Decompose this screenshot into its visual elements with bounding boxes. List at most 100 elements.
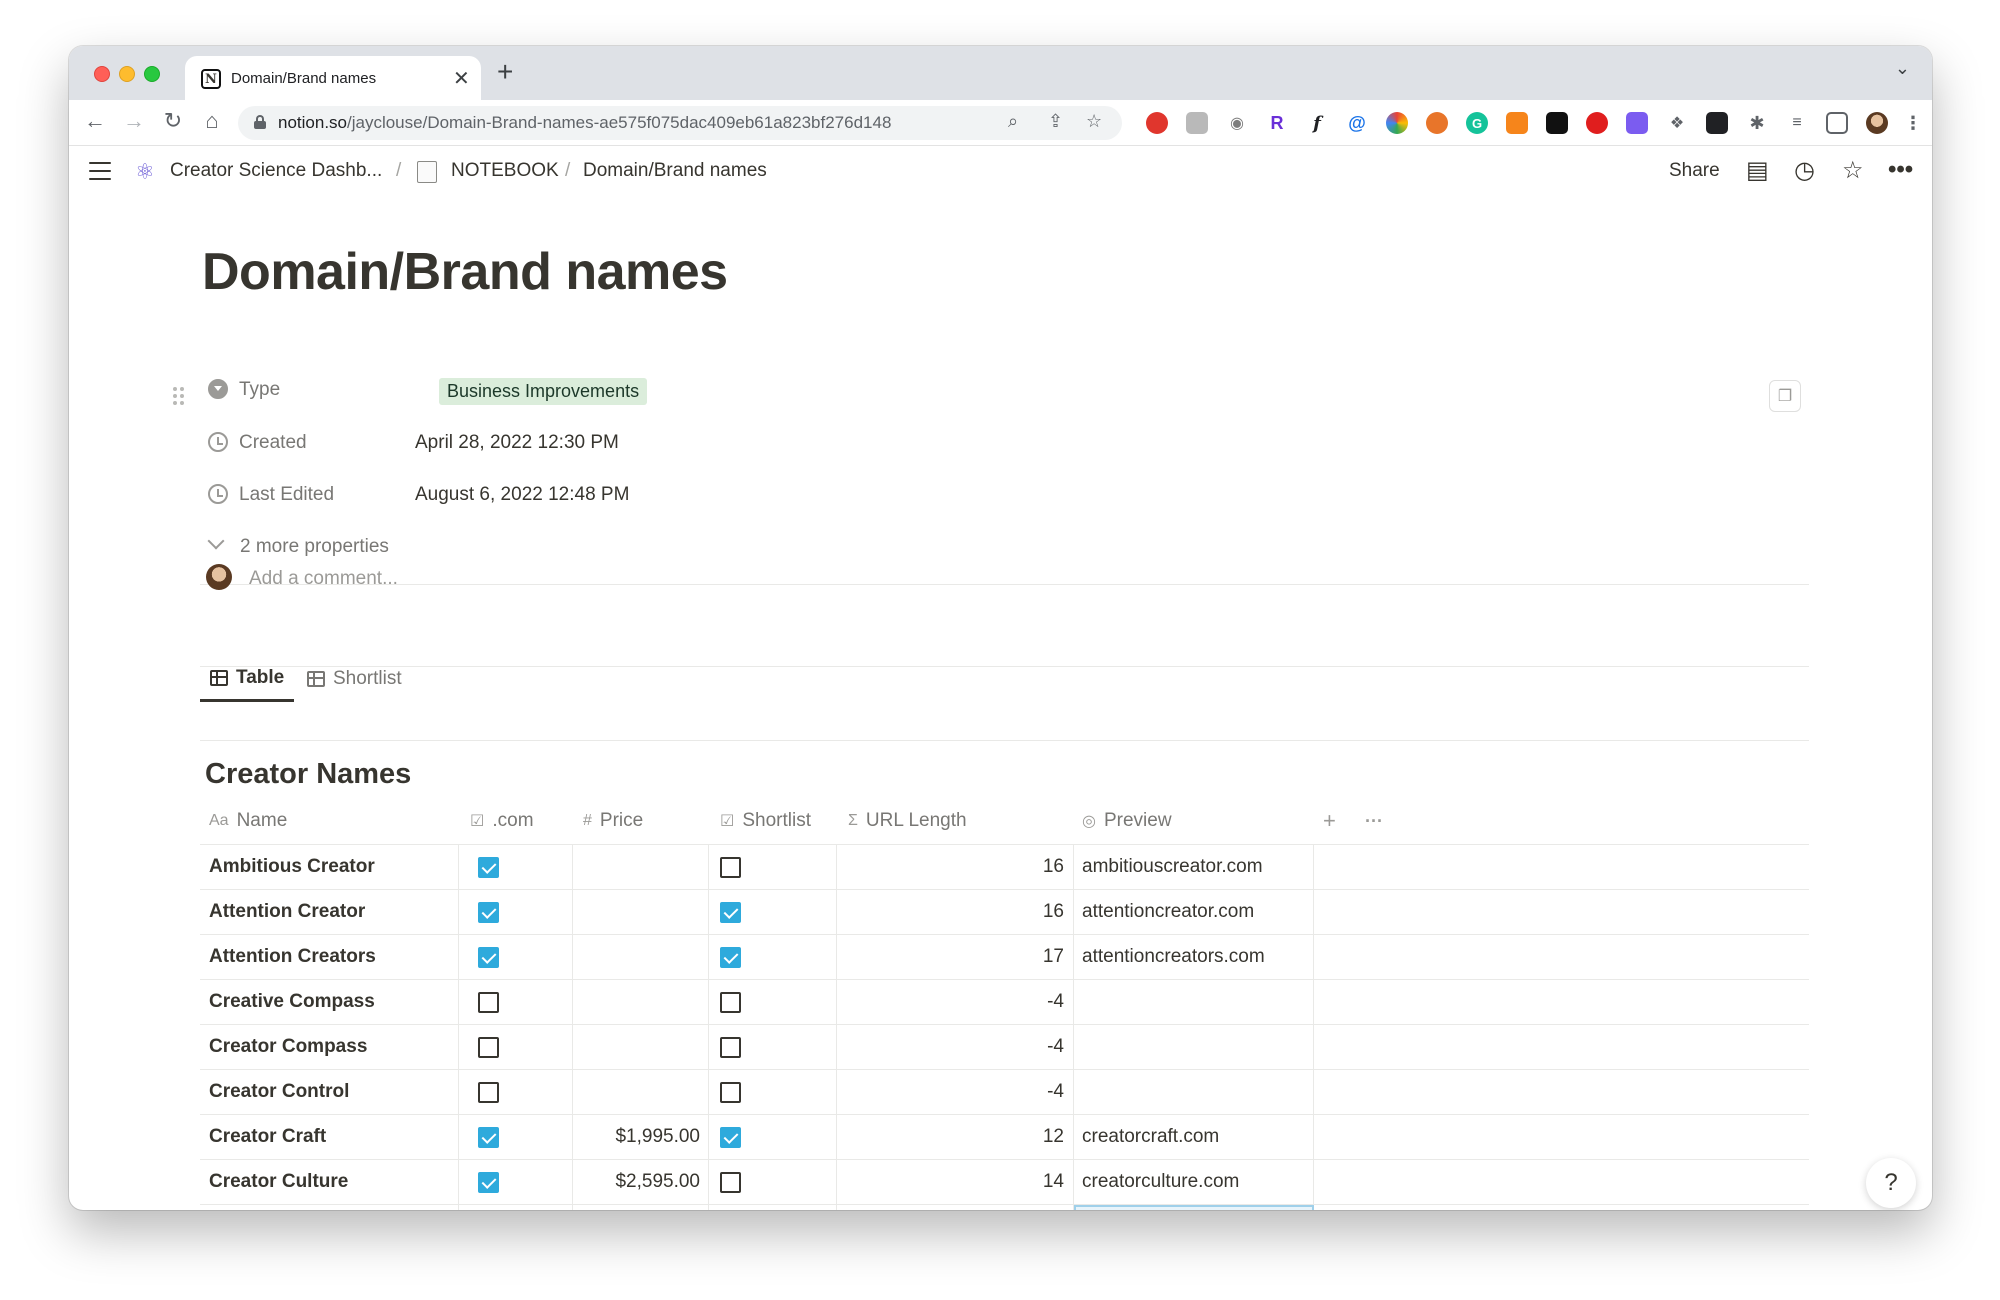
- shortlist-cell[interactable]: [720, 890, 780, 934]
- extension-black-icon[interactable]: [1546, 112, 1568, 134]
- forward-arrow-icon[interactable]: →: [120, 108, 148, 134]
- more-properties-toggle[interactable]: 2 more properties: [202, 527, 722, 567]
- close-window-button[interactable]: [94, 66, 110, 82]
- com-cell[interactable]: [478, 1160, 538, 1204]
- table-row[interactable]: Creator Compass -4: [200, 1024, 1809, 1069]
- com-cell[interactable]: [478, 845, 538, 889]
- com-checkbox[interactable]: [478, 1171, 499, 1193]
- selected-cell[interactable]: [1074, 1205, 1314, 1210]
- shortlist-cell[interactable]: [720, 1115, 780, 1159]
- reload-icon[interactable]: ↻: [159, 108, 187, 134]
- name-cell[interactable]: Creator Craft: [209, 1115, 454, 1159]
- shortlist-cell[interactable]: [720, 1025, 780, 1069]
- table-row[interactable]: Attention Creator 16 attentioncreator.com: [200, 889, 1809, 934]
- maximize-window-button[interactable]: [144, 66, 160, 82]
- name-cell[interactable]: Creative Compass: [209, 980, 454, 1024]
- tab-search-chevron-icon[interactable]: ⌄: [1895, 58, 1910, 79]
- name-cell[interactable]: Ambitious Creator: [209, 845, 454, 889]
- extension-gray-icon[interactable]: [1186, 112, 1208, 134]
- side-panel-icon[interactable]: [1826, 112, 1848, 134]
- share-page-icon[interactable]: ⇪: [1048, 111, 1063, 132]
- favorite-star-icon[interactable]: ☆: [1842, 156, 1864, 185]
- more-options-icon[interactable]: •••: [1888, 156, 1913, 184]
- table-row[interactable]: Creator Craft $1,995.00 12 creatorcraft.com: [200, 1114, 1809, 1159]
- column-header-price[interactable]: # Price: [583, 798, 643, 844]
- share-button[interactable]: Share: [1669, 160, 1720, 182]
- camera-icon[interactable]: ◉: [1226, 112, 1248, 134]
- price-cell[interactable]: $2,595.00: [576, 1160, 700, 1204]
- bookmark-star-icon[interactable]: ☆: [1086, 111, 1102, 132]
- price-cell[interactable]: [576, 935, 700, 979]
- copy-icon[interactable]: ❐: [1769, 380, 1801, 412]
- breadcrumb-notebook[interactable]: NOTEBOOK: [451, 160, 559, 182]
- record-icon[interactable]: [1586, 112, 1608, 134]
- com-checkbox[interactable]: [478, 1036, 499, 1058]
- history-clock-icon[interactable]: ◷: [1794, 156, 1815, 185]
- column-header-com[interactable]: ☑ .com: [470, 798, 534, 844]
- shortlist-checkbox[interactable]: [720, 1036, 741, 1058]
- com-checkbox[interactable]: [478, 1081, 499, 1103]
- property-created[interactable]: Created April 28, 2022 12:30 PM: [202, 423, 722, 463]
- help-button[interactable]: ?: [1866, 1158, 1916, 1208]
- extension-f-icon[interactable]: f: [1306, 112, 1328, 134]
- table-row[interactable]: Creator Control -4: [200, 1069, 1809, 1114]
- sidebar-menu-icon[interactable]: [89, 162, 111, 180]
- price-cell[interactable]: [576, 845, 700, 889]
- table-more-icon[interactable]: ···: [1365, 798, 1383, 844]
- drag-handle-icon[interactable]: [173, 387, 185, 407]
- browser-menu-icon[interactable]: ⋮: [1902, 112, 1924, 134]
- extension-purple-icon[interactable]: [1626, 112, 1648, 134]
- database-title[interactable]: Creator Names: [205, 758, 411, 791]
- com-cell[interactable]: [478, 1115, 538, 1159]
- column-header-shortlist[interactable]: ☑ Shortlist: [720, 798, 811, 844]
- add-column-icon[interactable]: +: [1323, 798, 1336, 844]
- price-cell[interactable]: [576, 890, 700, 934]
- shortlist-checkbox[interactable]: [720, 1126, 741, 1148]
- price-cell[interactable]: [576, 1025, 700, 1069]
- minimize-window-button[interactable]: [119, 66, 135, 82]
- extension-r-icon[interactable]: R: [1266, 112, 1288, 134]
- table-row[interactable]: Attention Creators 17 attentioncreators.co…: [200, 934, 1809, 979]
- shortlist-checkbox[interactable]: [720, 1081, 741, 1103]
- com-checkbox[interactable]: [478, 946, 499, 968]
- name-cell[interactable]: Attention Creator: [209, 890, 454, 934]
- com-checkbox[interactable]: [478, 991, 499, 1013]
- reading-list-icon[interactable]: ≡: [1786, 112, 1808, 134]
- extension-red-icon[interactable]: [1146, 112, 1168, 134]
- extension-leaf-icon[interactable]: ❖: [1666, 112, 1688, 134]
- column-header-name[interactable]: Aa Name: [209, 798, 287, 844]
- grammarly-icon[interactable]: G: [1466, 112, 1488, 134]
- com-cell[interactable]: [478, 890, 538, 934]
- browser-tab-active[interactable]: N Domain/Brand names ✕: [185, 56, 481, 100]
- shortlist-cell[interactable]: [720, 1070, 780, 1114]
- new-tab-button[interactable]: +: [497, 56, 513, 88]
- price-cell[interactable]: [576, 980, 700, 1024]
- price-cell[interactable]: $1,995.00: [576, 1115, 700, 1159]
- extension-at-icon[interactable]: @: [1346, 112, 1368, 134]
- table-row[interactable]: Creative Compass -4: [200, 979, 1809, 1024]
- shortlist-cell[interactable]: [720, 935, 780, 979]
- column-header-url-length[interactable]: Σ URL Length: [848, 798, 967, 844]
- name-cell[interactable]: Creator Control: [209, 1070, 454, 1114]
- shortlist-checkbox[interactable]: [720, 856, 741, 878]
- profile-avatar[interactable]: [1866, 112, 1888, 134]
- color-picker-icon[interactable]: [1386, 112, 1408, 134]
- name-cell[interactable]: Creator Compass: [209, 1025, 454, 1069]
- back-arrow-icon[interactable]: ←: [81, 108, 109, 134]
- shortlist-checkbox[interactable]: [720, 946, 741, 968]
- comment-input[interactable]: Add a comment...: [249, 568, 398, 590]
- page-title[interactable]: Domain/Brand names: [202, 242, 728, 302]
- shortlist-cell[interactable]: [720, 980, 780, 1024]
- extensions-puzzle-icon[interactable]: ✱: [1746, 112, 1768, 134]
- shortlist-checkbox[interactable]: [720, 1171, 741, 1193]
- shortlist-cell[interactable]: [720, 845, 780, 889]
- price-cell[interactable]: [576, 1070, 700, 1114]
- com-cell[interactable]: [478, 1025, 538, 1069]
- metamask-icon[interactable]: [1506, 112, 1528, 134]
- extension-orange-icon[interactable]: [1426, 112, 1448, 134]
- breadcrumb-workspace[interactable]: Creator Science Dashb...: [170, 160, 382, 182]
- table-row[interactable]: Creator Culture $2,595.00 14 creatorculture…: [200, 1159, 1809, 1204]
- property-last-edited[interactable]: Last Edited August 6, 2022 12:48 PM: [202, 475, 722, 515]
- com-checkbox[interactable]: [478, 1126, 499, 1148]
- name-cell[interactable]: Creator Culture: [209, 1160, 454, 1204]
